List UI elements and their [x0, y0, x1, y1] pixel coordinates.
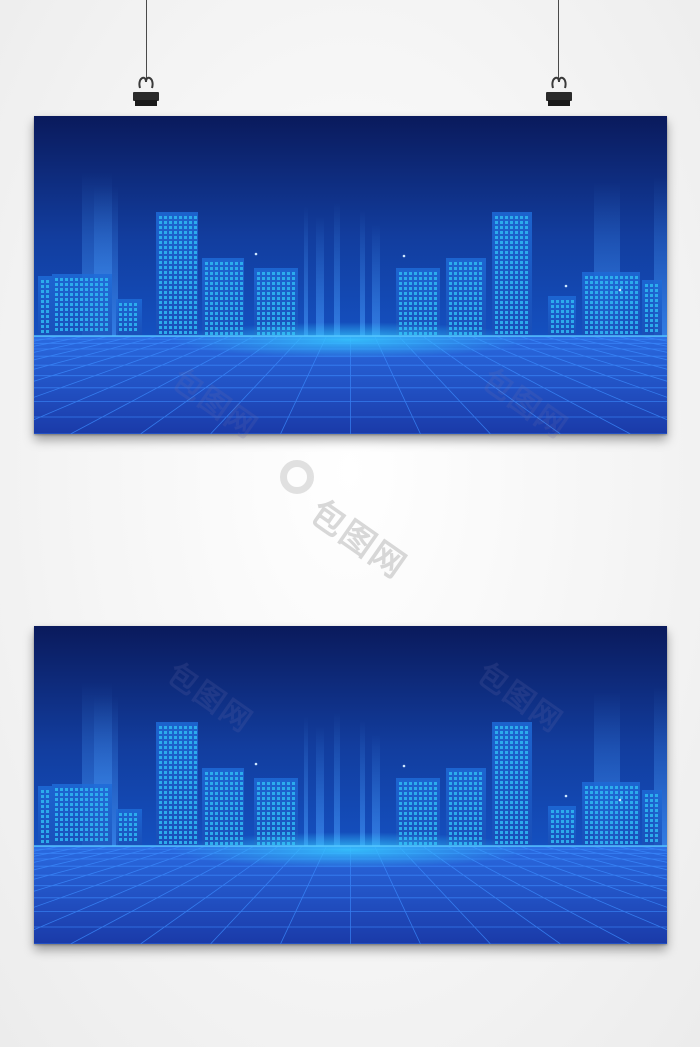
star-sparkle [254, 762, 258, 766]
binder-clip-right-icon [546, 76, 572, 106]
hanging-string-left [146, 0, 147, 80]
light-beam [372, 224, 380, 336]
building [446, 768, 486, 846]
light-beam [304, 716, 308, 846]
light-beam [360, 210, 365, 336]
star-sparkle [618, 798, 622, 802]
light-beam [316, 216, 324, 336]
light-beam [334, 712, 340, 846]
light-beam [334, 202, 340, 336]
light-beam [360, 720, 365, 846]
poster-bottom [34, 626, 667, 944]
building [582, 272, 640, 336]
building [446, 258, 486, 336]
building [202, 768, 244, 846]
horizon-glow [170, 322, 531, 358]
building [202, 258, 244, 336]
building [548, 806, 576, 846]
light-beam [316, 726, 324, 846]
hanging-string-right [558, 0, 559, 80]
building [548, 296, 576, 336]
building [38, 276, 52, 336]
building [156, 212, 198, 336]
star-sparkle [564, 284, 568, 288]
binder-clip-left-icon [133, 76, 159, 106]
building [642, 790, 662, 846]
building [52, 274, 112, 336]
light-beam [304, 206, 308, 336]
building [642, 280, 662, 336]
building [156, 722, 198, 846]
building [582, 782, 640, 846]
star-sparkle [618, 288, 622, 292]
star-sparkle [402, 254, 406, 258]
building [116, 299, 142, 336]
building [492, 722, 532, 846]
star-sparkle [564, 794, 568, 798]
building [492, 212, 532, 336]
light-beam [372, 734, 380, 846]
building [52, 784, 112, 846]
building [116, 809, 142, 846]
star-sparkle [402, 764, 406, 768]
building [38, 786, 52, 846]
star-sparkle [254, 252, 258, 256]
poster-top [34, 116, 667, 434]
horizon-glow [170, 832, 531, 868]
